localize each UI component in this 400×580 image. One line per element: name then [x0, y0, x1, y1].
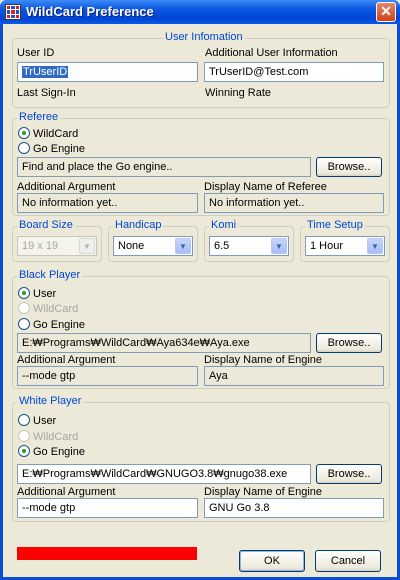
- status-bar: [17, 547, 197, 560]
- referee-option-go-engine[interactable]: Go Engine: [18, 142, 85, 156]
- chevron-down-icon[interactable]: ▼: [175, 238, 191, 254]
- time-setup-label: Time Setup: [305, 219, 365, 231]
- komi-label: Komi: [209, 219, 239, 231]
- radio-disabled-icon: [18, 302, 30, 314]
- komi-select[interactable]: 6.5 ▼: [209, 236, 289, 256]
- handicap-select[interactable]: None ▼: [113, 236, 193, 256]
- black-arg-label: Additional Argument: [17, 354, 116, 366]
- white-browse-button[interactable]: Browse..: [316, 464, 382, 484]
- referee-display-label: Display Name of Referee: [204, 181, 327, 193]
- radio-unchecked-icon: [18, 318, 30, 330]
- black-player-title: Black Player: [17, 269, 83, 281]
- additional-user-info-field[interactable]: TrUserID@Test.com: [204, 62, 384, 82]
- referee-option-wildcard[interactable]: WildCard: [18, 127, 78, 141]
- referee-display-field[interactable]: No information yet..: [204, 193, 384, 213]
- white-display-field[interactable]: GNU Go 3.8: [204, 498, 384, 518]
- white-option-user[interactable]: User: [18, 414, 56, 428]
- white-display-label: Display Name of Engine: [204, 486, 323, 498]
- cancel-button[interactable]: Cancel: [315, 550, 381, 572]
- winning-rate-label: Winning Rate: [205, 87, 272, 99]
- white-arg-field[interactable]: --mode gtp: [17, 498, 198, 518]
- wildcard-grid-icon: [5, 4, 21, 20]
- referee-browse-button[interactable]: Browse..: [316, 157, 382, 177]
- referee-arg-label: Additional Argument: [17, 181, 116, 193]
- user-info-title: User Infomation: [163, 31, 245, 43]
- title-bar[interactable]: WildCard Preference ✕: [0, 0, 400, 24]
- white-option-wildcard: WildCard: [18, 430, 78, 444]
- user-id-value: TrUserID: [22, 66, 69, 78]
- white-arg-label: Additional Argument: [17, 486, 116, 498]
- ok-button[interactable]: OK: [239, 550, 305, 572]
- radio-disabled-icon: [18, 430, 30, 442]
- black-display-label: Display Name of Engine: [204, 354, 323, 366]
- referee-engine-path-field[interactable]: Find and place the Go engine..: [17, 157, 311, 177]
- white-player-title: White Player: [17, 395, 84, 407]
- black-option-user[interactable]: User: [18, 287, 56, 301]
- white-option-go-engine[interactable]: Go Engine: [18, 445, 85, 459]
- time-setup-select[interactable]: 1 Hour ▼: [305, 236, 385, 256]
- black-option-wildcard: WildCard: [18, 302, 78, 316]
- black-option-go-engine[interactable]: Go Engine: [18, 318, 85, 332]
- chevron-down-icon: ▼: [79, 238, 95, 254]
- radio-unchecked-icon: [18, 142, 30, 154]
- black-engine-path-field[interactable]: E:₩Programs₩WildCard₩Aya634e₩Aya.exe: [17, 333, 311, 353]
- additional-user-info-label: Additional User Information: [205, 47, 338, 59]
- white-engine-path-field[interactable]: E:₩Programs₩WildCard₩GNUGO3.8₩gnugo38.ex…: [17, 464, 311, 484]
- black-browse-button[interactable]: Browse..: [316, 333, 382, 353]
- handicap-label: Handicap: [113, 219, 164, 231]
- last-signin-label: Last Sign-In: [17, 87, 76, 99]
- board-size-label: Board Size: [17, 219, 75, 231]
- user-id-label: User ID: [17, 47, 55, 59]
- radio-unchecked-icon: [18, 414, 30, 426]
- board-size-select: 19 x 19 ▼: [17, 236, 97, 256]
- dialog-client: User Infomation User ID TrUserID Additio…: [3, 24, 397, 577]
- window-title: WildCard Preference: [26, 4, 154, 19]
- radio-checked-icon: [18, 287, 30, 299]
- user-id-field[interactable]: TrUserID: [17, 62, 198, 82]
- dialog-window: WildCard Preference ✕ User Infomation Us…: [0, 0, 400, 580]
- chevron-down-icon[interactable]: ▼: [367, 238, 383, 254]
- black-arg-field[interactable]: --mode gtp: [17, 366, 198, 386]
- close-button[interactable]: ✕: [376, 2, 396, 22]
- chevron-down-icon[interactable]: ▼: [271, 238, 287, 254]
- radio-checked-icon: [18, 127, 30, 139]
- radio-checked-icon: [18, 445, 30, 457]
- referee-title: Referee: [17, 111, 61, 123]
- close-icon: ✕: [380, 3, 392, 19]
- referee-arg-field[interactable]: No information yet..: [17, 193, 198, 213]
- black-display-field[interactable]: Aya: [204, 366, 384, 386]
